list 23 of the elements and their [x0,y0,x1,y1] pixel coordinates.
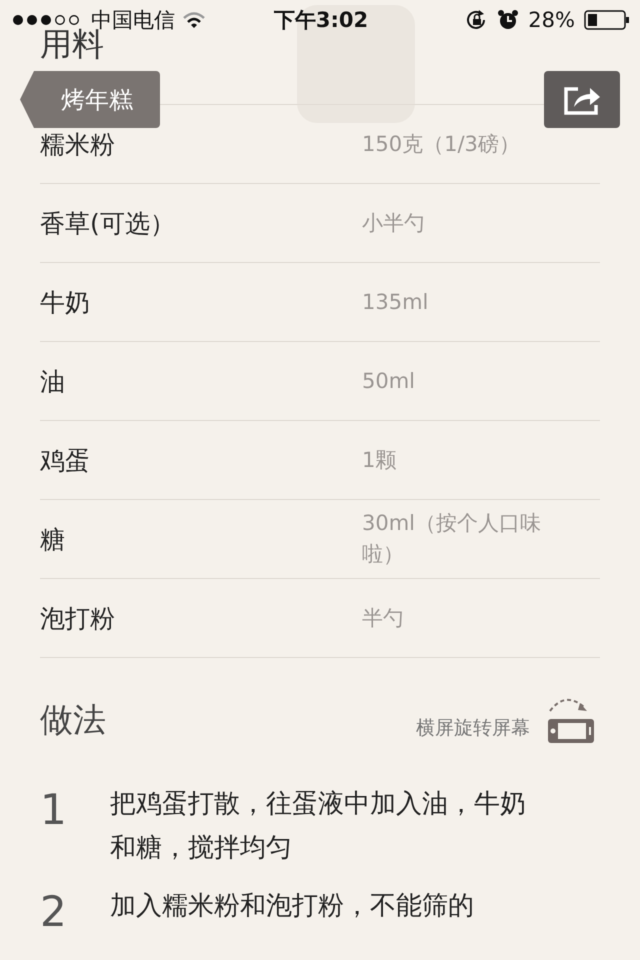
ingredient-amount: 1颗 [362,446,398,474]
status-time: 下午3:02 [274,7,368,34]
ingredient-name: 牛奶 [40,286,91,318]
ingredient-amount: 150克（1/3磅） [362,130,521,158]
step-text: 加入糯米粉和泡打粉，不能筛的 [110,890,475,923]
ingredient-amount: 50ml [362,368,416,394]
ingredient-name: 油 [40,366,66,398]
ingredient-name: 糯米粉 [40,128,116,160]
ingredient-name: 泡打粉 [40,602,116,634]
step-text: 把鸡蛋打散，往蛋液中加入油，牛奶和糖，搅拌均匀 [110,788,527,865]
ingredient-amount: 30ml（按个人口味啦） [362,510,542,568]
rotate-hint: 横屏旋转屏幕 [416,716,530,741]
step-number: 2 [40,886,68,938]
step-number: 1 [40,784,68,836]
ingredient-name: 糖 [40,524,66,556]
back-button[interactable]: 烤年糕 [20,71,160,128]
ingredient-name: 香草(可选） [40,208,176,240]
ingredient-amount: 135ml [362,288,430,316]
ingredient-amount: 半勺 [362,604,405,632]
battery-percent: 28% [528,8,575,32]
ingredient-name: 鸡蛋 [40,444,91,476]
ingredient-amount: 小半勺 [362,210,426,236]
section-title: 做法 [40,698,106,740]
